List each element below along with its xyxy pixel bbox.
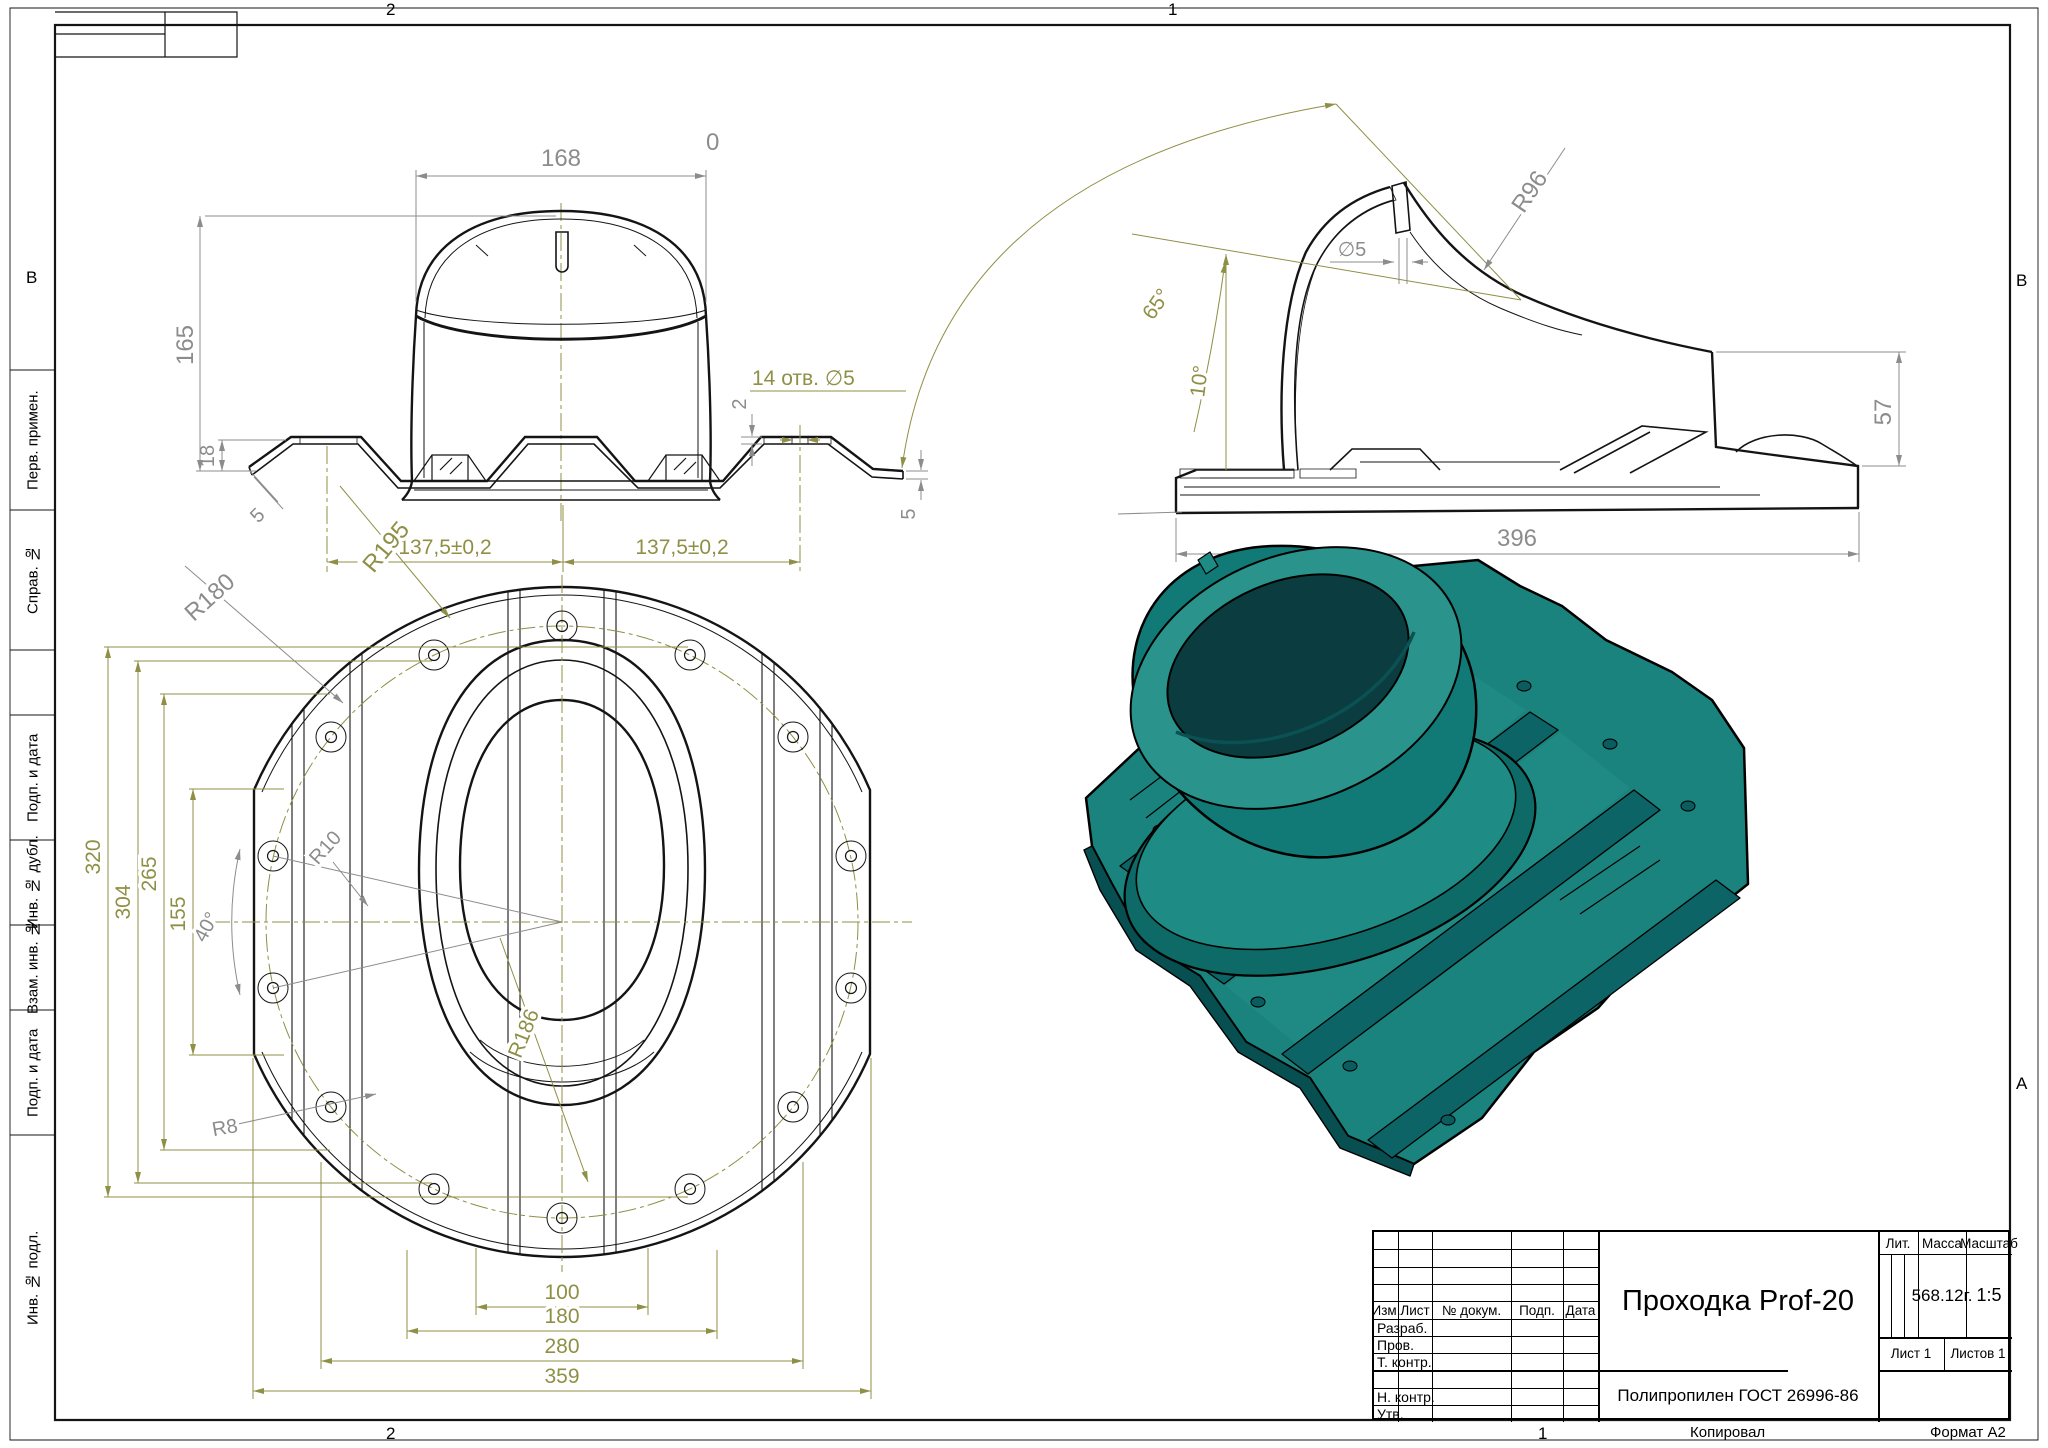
dim-front-thickness: 2 bbox=[729, 398, 751, 409]
dim-top-40deg: 40° bbox=[190, 909, 224, 946]
dim-top-265: 265 bbox=[138, 856, 161, 891]
tb-row-prov: Пров. bbox=[1374, 1336, 1435, 1353]
zone-number-top-2: 2 bbox=[386, 0, 395, 20]
front-view bbox=[249, 203, 903, 522]
dim-front-holes: 14 отв. ∅5 bbox=[752, 367, 855, 390]
tb-col-izm: Изм. bbox=[1374, 1301, 1398, 1319]
dim-top-r180: R180 bbox=[180, 568, 241, 626]
zone-letter-left-v: В bbox=[26, 268, 37, 288]
dim-side-h57: 57 bbox=[1870, 399, 1897, 426]
zone-number-top-1: 1 bbox=[1168, 0, 1177, 20]
dim-front-width: 168 bbox=[541, 145, 581, 172]
tb-col-date: Дата bbox=[1563, 1301, 1598, 1319]
top-view bbox=[212, 575, 912, 1272]
side-view bbox=[1176, 182, 1859, 513]
dim-side-angle65: 65° bbox=[1138, 285, 1175, 324]
footer-format: Формат A2 bbox=[1930, 1424, 2006, 1441]
dim-front-height: 165 bbox=[172, 325, 199, 365]
dim-top-r186: R186 bbox=[504, 1006, 544, 1061]
zone-number-bottom-1: 1 bbox=[1538, 1424, 1547, 1444]
dim-front-pitch-right: 137,5±0,2 bbox=[635, 536, 728, 559]
dim-top-180: 180 bbox=[544, 1305, 579, 1328]
dim-side-r96: R96 bbox=[1506, 166, 1553, 218]
tb-mass-label: Масса bbox=[1918, 1232, 1966, 1254]
tb-col-sign: Подп. bbox=[1511, 1301, 1563, 1319]
tb-row-tkontr: Т. контр. bbox=[1374, 1353, 1435, 1370]
tb-row-razrab: Разраб. bbox=[1374, 1319, 1435, 1336]
dim-front-flange: 18 bbox=[197, 445, 219, 467]
zone-number-bottom-2: 2 bbox=[386, 1424, 395, 1444]
tb-part-title: Проходка Prof-20 bbox=[1598, 1232, 1878, 1370]
dim-front-pitch-left: 137,5±0,2 bbox=[398, 536, 491, 559]
tb-scale-label: Масштаб bbox=[1966, 1232, 2012, 1254]
tb-row-nkontr2: Н. контр. bbox=[1374, 1388, 1435, 1405]
dim-top-r8: R8 bbox=[210, 1115, 239, 1141]
top-view-dimensions: R180 R195 320 304 265 155 40° R10 R8 R18… bbox=[82, 486, 871, 1399]
iso-view bbox=[1084, 498, 1748, 1176]
dim-side-dia: ∅5 bbox=[1338, 239, 1367, 261]
front-view-dimensions: 168 0 165 18 5 137,5±0,2 137,5±0,2 2 14 … bbox=[172, 129, 928, 572]
sidebar-label-sprav: Справ. № bbox=[12, 510, 54, 650]
dim-front-tip: 5 bbox=[246, 504, 269, 527]
tb-scale-value: 1:5 bbox=[1966, 1254, 2012, 1337]
tb-lit-label: Лит. bbox=[1878, 1232, 1918, 1254]
sidebar-label-inv-podl: Инв. № подл. bbox=[12, 1135, 54, 1420]
dim-side-l396: 396 bbox=[1497, 525, 1537, 552]
tb-sheets: Листов 1 bbox=[1944, 1337, 2012, 1370]
sheet-frame bbox=[10, 8, 2038, 1440]
dim-top-320: 320 bbox=[82, 839, 105, 874]
tb-col-doc: № докум. bbox=[1432, 1301, 1511, 1319]
sidebar-label-perv-primen: Перв. примен. bbox=[12, 370, 54, 510]
dim-side-angle10: 10° bbox=[1186, 364, 1213, 398]
dim-front-edge-height: 5 bbox=[898, 508, 920, 519]
tb-mass-value: 568.12г. bbox=[1918, 1254, 1966, 1337]
sidebar-label-podp-data-1: Подп. и дата bbox=[12, 715, 54, 840]
footer-copied: Копировал bbox=[1690, 1424, 1765, 1441]
sidebar-label-podp-data-2: Подп. и дата bbox=[12, 1010, 54, 1135]
tb-col-list: Лист bbox=[1398, 1301, 1432, 1319]
tb-material: Полипропилен ГОСТ 26996-86 bbox=[1598, 1370, 1878, 1422]
dim-top-155: 155 bbox=[167, 896, 190, 931]
dim-top-r10: R10 bbox=[305, 827, 346, 869]
dim-top-100: 100 bbox=[544, 1281, 579, 1304]
zone-letter-right-a: А bbox=[2016, 1074, 2027, 1094]
tb-row-utv: Утв. bbox=[1374, 1405, 1435, 1422]
zone-letter-right-v: В bbox=[2016, 271, 2027, 291]
sidebar-label-vzam-inv: Взам. инв. № bbox=[12, 925, 54, 1010]
drawing-sheet: 168 0 165 18 5 137,5±0,2 137,5±0,2 2 14 … bbox=[0, 0, 2048, 1448]
side-view-dimensions: 65° 10° ∅5 R96 57 396 bbox=[902, 104, 1906, 562]
tb-sheet: Лист 1 bbox=[1878, 1337, 1944, 1370]
dim-top-280: 280 bbox=[544, 1335, 579, 1358]
sidebar-label-inv-dubl: Инв. № дубл. bbox=[12, 840, 54, 925]
dim-top-304: 304 bbox=[112, 884, 135, 919]
title-block: Изм. Лист № докум. Подп. Дата Разраб. Пр… bbox=[1372, 1230, 2010, 1420]
dim-top-359: 359 bbox=[544, 1365, 579, 1388]
dim-front-datum: 0 bbox=[706, 129, 719, 156]
